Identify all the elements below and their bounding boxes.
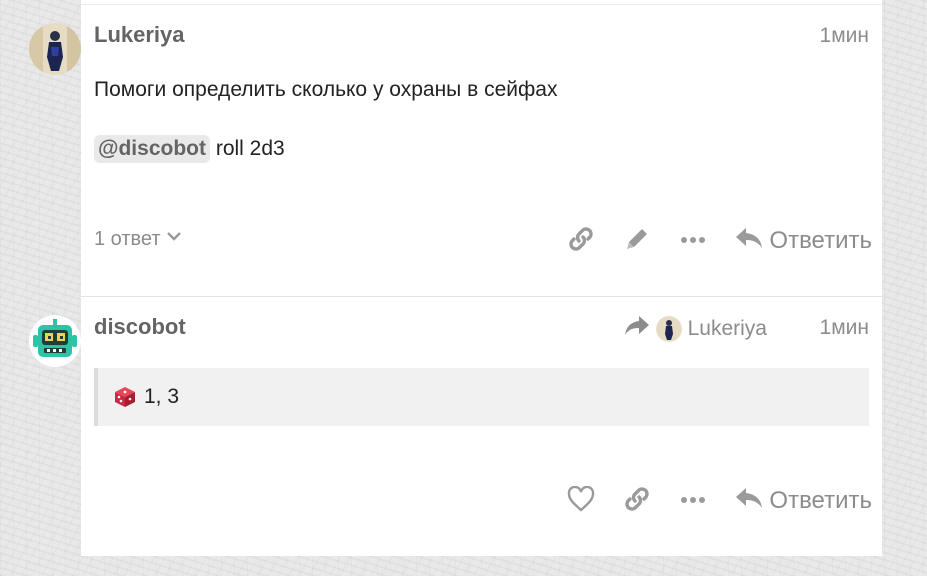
mention-link[interactable]: @discobot: [94, 135, 210, 163]
reply-to-avatar: [655, 316, 682, 342]
link-icon: [567, 225, 595, 258]
dice-result-quote: 1, 3: [94, 368, 869, 426]
username[interactable]: discobot: [94, 314, 186, 340]
reply-arrow-icon: [735, 226, 763, 257]
post-actions: Ответить: [553, 223, 872, 259]
replies-label: 1 ответ: [94, 227, 161, 250]
post-date[interactable]: 1мин: [820, 316, 869, 340]
topic-stream: Lukeriya 1мин Помоги определить сколько …: [29, 0, 882, 557]
share-arrow-icon: [624, 315, 650, 343]
reply-arrow-icon: [735, 486, 763, 517]
share-link-button[interactable]: [553, 223, 609, 259]
reply-label: Ответить: [769, 227, 872, 254]
post-date[interactable]: 1мин: [820, 24, 869, 48]
reply-to-username: Lukeriya: [687, 317, 767, 340]
more-actions-button[interactable]: [665, 223, 721, 259]
reply-button[interactable]: Ответить: [735, 486, 872, 517]
username[interactable]: Lukeriya: [94, 22, 185, 48]
ellipsis-icon: [679, 492, 707, 510]
like-button[interactable]: [553, 483, 609, 519]
post-lukeriya: Lukeriya 1мин Помоги определить сколько …: [29, 4, 882, 297]
reply-label: Ответить: [769, 487, 872, 514]
ellipsis-icon: [679, 232, 707, 250]
show-replies-button[interactable]: 1 ответ: [94, 227, 183, 251]
post-body-command: @discobot roll 2d3: [94, 135, 285, 163]
avatar[interactable]: [29, 315, 81, 367]
dice-icon: [114, 386, 136, 408]
more-actions-button[interactable]: [665, 483, 721, 519]
dice-result-text: 1, 3: [144, 385, 180, 408]
avatar[interactable]: [29, 23, 81, 75]
reply-to-tab[interactable]: Lukeriya: [624, 315, 767, 343]
heart-icon: [567, 485, 595, 517]
share-link-button[interactable]: [609, 483, 665, 519]
reply-button[interactable]: Ответить: [735, 226, 872, 257]
post-actions: Ответить: [553, 483, 872, 519]
post-discobot: discobot Lukeriya 1мин 1, 3 Ответить: [29, 296, 882, 557]
chevron-down-icon: [165, 227, 183, 251]
edit-button[interactable]: [609, 223, 665, 259]
pencil-icon: [623, 225, 651, 258]
post-body-text: Помоги определить сколько у охраны в сей…: [94, 78, 558, 101]
command-text: roll 2d3: [215, 137, 285, 160]
link-icon: [623, 485, 651, 518]
